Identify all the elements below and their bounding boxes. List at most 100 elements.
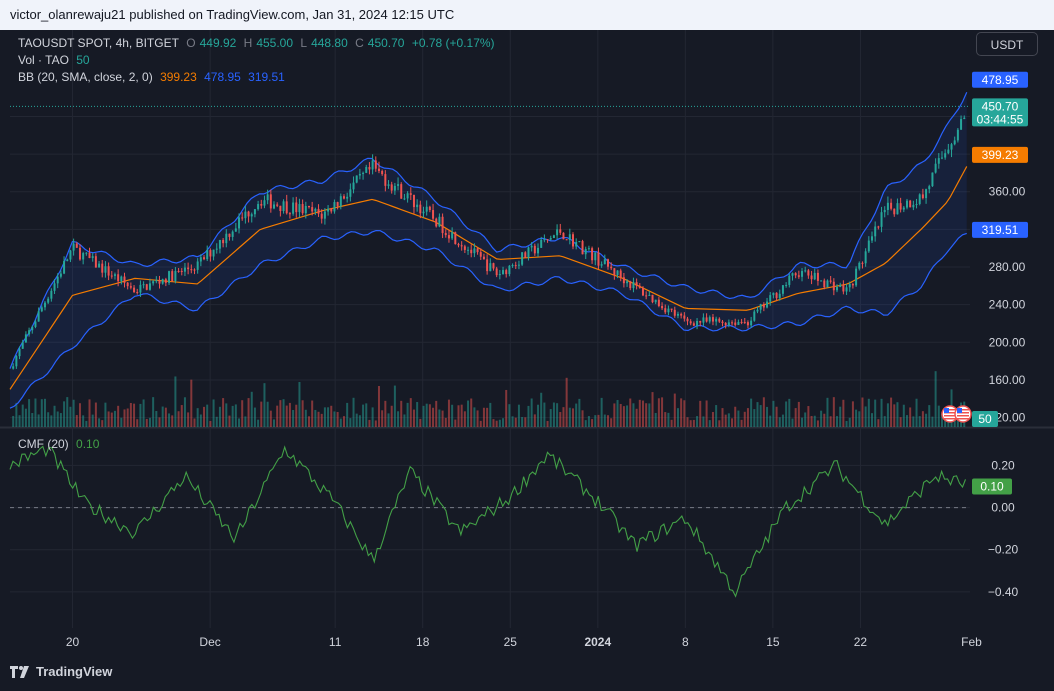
volume-bar	[98, 418, 101, 427]
volume-bar	[746, 408, 749, 427]
candle-body	[327, 208, 330, 212]
volume-bar	[148, 417, 151, 427]
candle-body	[59, 273, 62, 277]
candle-body	[371, 160, 374, 170]
cmf-legend-value: 0.10	[76, 437, 100, 451]
volume-bar	[715, 405, 718, 427]
volume-bar	[244, 416, 247, 427]
volume-bar	[304, 409, 307, 427]
volume-bar	[724, 414, 727, 427]
candle-body	[400, 184, 403, 199]
volume-bar	[931, 416, 934, 427]
volume-bar	[651, 392, 654, 427]
volume-bar	[279, 400, 282, 427]
candle-body	[317, 208, 320, 214]
candle-body	[339, 196, 342, 207]
chart-canvas[interactable]: 120.00160.00200.00240.00280.00320.00360.…	[0, 30, 1054, 658]
price-tick-label: 360.00	[989, 185, 1026, 199]
volume-bar	[871, 413, 874, 427]
candle-body	[956, 129, 959, 141]
candle-body	[702, 317, 705, 323]
volume-bar	[731, 418, 734, 427]
volume-bar	[377, 386, 380, 427]
volume-bar	[801, 417, 804, 427]
cmf-label[interactable]: CMF (20)	[18, 437, 69, 451]
candle-body	[587, 248, 590, 250]
volume-bar	[492, 419, 495, 427]
volume-bar	[635, 408, 638, 427]
bb-label[interactable]: BB (20, SMA, close, 2, 0)	[18, 70, 153, 84]
candle-body	[28, 330, 31, 335]
volume-label[interactable]: Vol · TAO	[18, 53, 69, 67]
candle-body	[616, 270, 619, 275]
candle-body	[43, 302, 46, 308]
candle-body	[931, 172, 934, 187]
candle-body	[180, 270, 183, 272]
candle-body	[775, 292, 778, 299]
volume-bar	[610, 418, 613, 427]
volume-bar	[222, 398, 225, 427]
candle-body	[810, 275, 813, 280]
volume-bar	[826, 397, 829, 427]
candle-body	[282, 201, 285, 212]
bb-legend: BB (20, SMA, close, 2, 0) 399.23 478.95 …	[18, 70, 289, 84]
volume-tag-text: 50	[978, 412, 992, 426]
candle-body	[352, 182, 355, 190]
change-value: +0.78 (+0.17%)	[411, 36, 495, 50]
symbol-title[interactable]: TAOUSDT SPOT, 4h, BITGET	[18, 36, 179, 50]
candle-body	[292, 202, 295, 214]
basis-tag: 399.23	[972, 146, 1028, 163]
volume-bar	[778, 417, 781, 427]
candle-body	[944, 153, 947, 158]
candle-body	[740, 321, 743, 323]
candle-body	[724, 322, 727, 326]
candle-body	[129, 286, 132, 288]
candle-body	[31, 326, 34, 331]
candle-body	[893, 208, 896, 215]
volume-bar	[737, 410, 740, 427]
currency-button[interactable]: USDT	[976, 32, 1038, 56]
candle-body	[432, 210, 435, 219]
volume-bar	[320, 413, 323, 427]
volume-bar	[307, 416, 310, 427]
candle-body	[584, 248, 587, 255]
candle-body	[447, 235, 450, 239]
candle-body	[168, 271, 171, 283]
volume-bar	[912, 416, 915, 427]
volume-bar	[104, 402, 107, 427]
volume-bar	[645, 403, 648, 427]
candle-body	[333, 202, 336, 212]
volume-bar	[56, 411, 59, 427]
volume-bar	[565, 377, 568, 427]
candle-body	[867, 240, 870, 252]
candle-body	[918, 194, 921, 204]
candle-body	[622, 277, 625, 284]
volume-bar	[696, 416, 699, 427]
flag-stripe	[957, 418, 969, 420]
candle-body	[416, 204, 419, 208]
volume-bar	[444, 417, 447, 427]
candle-body	[581, 241, 584, 255]
candle-body	[514, 265, 517, 267]
candle-body	[940, 157, 943, 159]
volume-bar	[470, 398, 473, 427]
volume-bar	[387, 413, 390, 427]
candle-body	[40, 307, 43, 312]
volume-bar	[587, 416, 590, 427]
volume-bar	[807, 406, 810, 427]
tradingview-brand[interactable]: TradingView	[10, 664, 112, 679]
volume-bar	[928, 405, 931, 427]
candle-body	[759, 304, 762, 310]
candle-body	[78, 247, 81, 260]
volume-bar	[750, 398, 753, 427]
candle-body	[816, 272, 819, 281]
volume-bar	[896, 402, 899, 427]
volume-bar	[94, 402, 97, 427]
x-tick-label: 15	[766, 635, 780, 649]
candle-body	[285, 201, 288, 214]
candle-body	[21, 342, 24, 349]
volume-bar	[524, 417, 527, 427]
volume-bar	[899, 417, 902, 427]
low-value: 448.80	[311, 36, 348, 50]
candle-body	[377, 168, 380, 171]
